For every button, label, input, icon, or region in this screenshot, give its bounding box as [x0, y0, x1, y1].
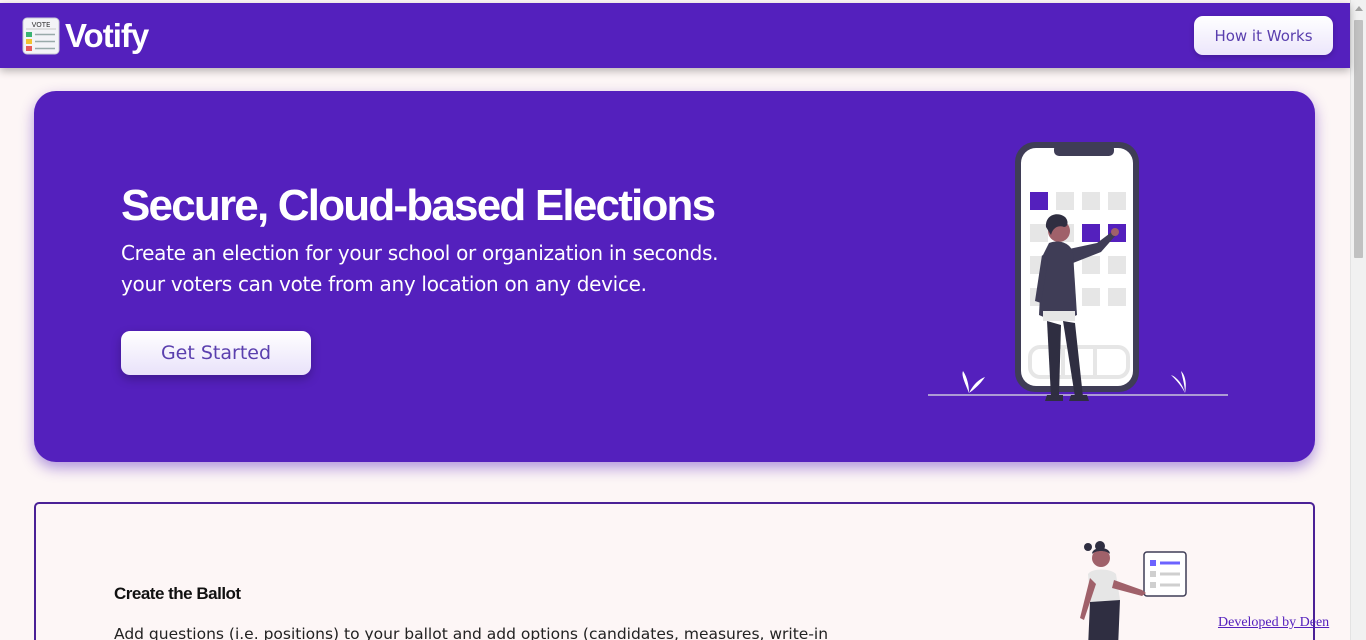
create-ballot-description: Add questions (i.e. positions) to your b… [114, 625, 829, 640]
ballot-clipboard-icon: VOTE [22, 17, 60, 55]
scrollbar-thumb[interactable] [1354, 20, 1363, 258]
hero-section: Secure, Cloud-based Elections Create an … [34, 91, 1315, 462]
logo-text: Votify [65, 17, 149, 54]
hero-title: Secure, Cloud-based Elections [121, 181, 716, 230]
how-it-works-button[interactable]: How it Works [1194, 16, 1333, 55]
developed-by-link[interactable]: Developed by Deen [1218, 615, 1329, 631]
scroll-up-arrow-icon[interactable] [1355, 6, 1363, 11]
hero-subtitle-line1: Create an election for your school or or… [121, 241, 719, 265]
hero-subtitle-line2: your voters can vote from any location o… [121, 272, 647, 296]
svg-text:VOTE: VOTE [32, 21, 51, 29]
checklist-person-illustration [1080, 541, 1187, 640]
voting-phone-illustration [928, 142, 1228, 401]
scrollbar[interactable] [1350, 0, 1366, 640]
logo[interactable]: VOTE Votify [22, 17, 149, 55]
navbar: VOTE Votify How it Works [0, 3, 1350, 68]
create-ballot-title: Create the Ballot [114, 584, 241, 603]
get-started-button[interactable]: Get Started [121, 331, 311, 375]
